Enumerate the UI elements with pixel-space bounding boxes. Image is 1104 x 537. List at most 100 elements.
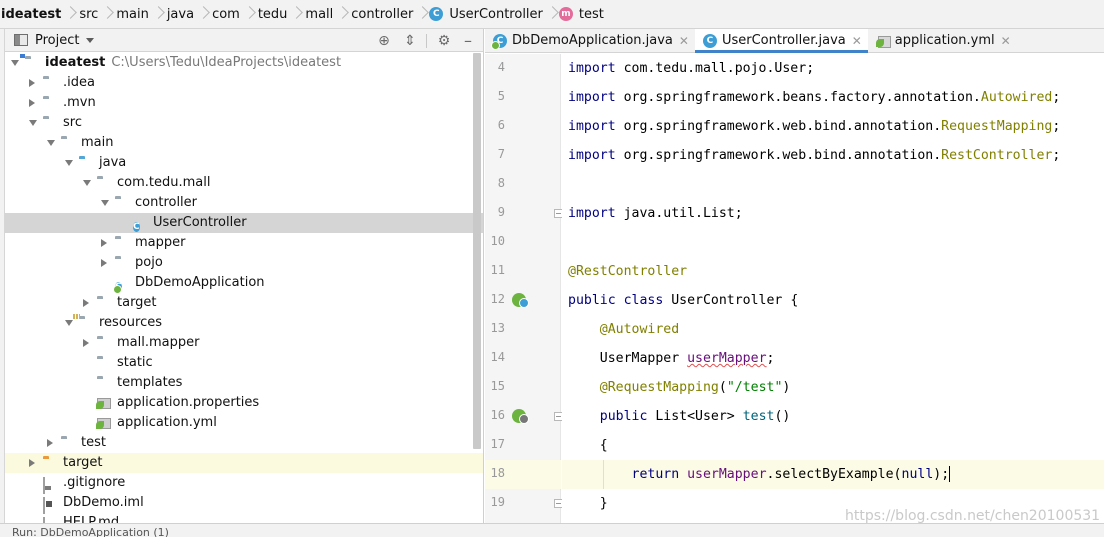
tree-item[interactable]: static (5, 353, 483, 373)
tree-item[interactable]: application.properties (5, 393, 483, 413)
tree-item-label: DbDemoApplication (135, 273, 265, 293)
breadcrumb-item[interactable]: tedu (256, 0, 304, 28)
close-icon[interactable]: ✕ (679, 34, 689, 48)
locate-crosshair-icon[interactable]: ⊕ (376, 33, 392, 49)
collapse-all-icon[interactable]: ⇕ (402, 33, 418, 49)
chevron-right-icon[interactable] (83, 299, 89, 307)
run-tool-bar[interactable]: Run: DbDemoApplication (1) (0, 523, 1104, 537)
chevron-right-icon[interactable] (101, 239, 107, 247)
tree-item[interactable]: mall.mapper (5, 333, 483, 353)
spring-class-icon: C (115, 276, 131, 292)
line-number: 6 (497, 118, 505, 132)
close-icon[interactable]: ✕ (852, 34, 862, 48)
scrollbar-thumb[interactable] (473, 53, 481, 449)
spring-bean-class-icon[interactable] (512, 293, 529, 308)
breadcrumb-item[interactable]: controller (349, 0, 429, 28)
breadcrumb-item[interactable]: src (77, 0, 114, 28)
gutter-line: 11 (485, 257, 561, 286)
breadcrumb-label: src (79, 6, 99, 22)
class-icon: C (133, 216, 149, 232)
tree-item[interactable]: target (5, 293, 483, 313)
tree-item[interactable]: C DbDemoApplication (5, 273, 483, 293)
tree-item[interactable]: mapper (5, 233, 483, 253)
chevron-down-icon[interactable] (101, 200, 109, 206)
editor-tab[interactable]: application.yml ✕ (868, 29, 1017, 52)
tree-item-label: resources (99, 313, 162, 333)
tree-item[interactable]: pojo (5, 253, 483, 273)
gutter-line: 6 (485, 112, 561, 141)
tree-item[interactable]: ideatest C:\Users\Tedu\IdeaProjects\ideat… (5, 53, 483, 73)
chevron-down-icon[interactable] (65, 160, 73, 166)
tree-item-label: com.tedu.mall (117, 173, 210, 193)
package-icon (115, 256, 131, 270)
chevron-right-icon[interactable] (83, 339, 89, 347)
chevron-right-icon[interactable] (29, 79, 35, 87)
breadcrumb-item[interactable]: m test (558, 7, 606, 22)
tree-item[interactable]: .idea (5, 73, 483, 93)
tree-item[interactable]: HELP.md (5, 513, 483, 523)
tree-item[interactable]: java (5, 153, 483, 173)
chevron-right-icon[interactable] (29, 459, 35, 467)
breadcrumb-item[interactable]: main (114, 0, 165, 28)
tree-scrollbar[interactable] (473, 53, 481, 453)
tree-item[interactable]: .gitignore (5, 473, 483, 494)
module-folder-icon (25, 56, 41, 70)
editor-tab[interactable]: C UserController.java ✕ (694, 29, 868, 53)
chevron-down-icon[interactable] (83, 180, 91, 186)
gutter-line: 12 (485, 286, 561, 315)
chevron-down-icon[interactable] (29, 120, 37, 126)
breadcrumb-label: controller (351, 6, 414, 22)
spring-class-icon: C (491, 33, 507, 50)
chevron-down-icon[interactable] (86, 37, 95, 43)
breadcrumb-item[interactable]: C UserController (429, 0, 559, 28)
line-number: 4 (497, 60, 505, 74)
line-number: 10 (490, 234, 505, 248)
tree-item[interactable]: .mvn (5, 93, 483, 113)
chevron-right-icon (63, 0, 77, 28)
tree-item[interactable]: C UserController (5, 213, 483, 233)
editor-gutter: 4 5 6 7 8 9 10 11 12 13 14 15 16 17 18 19 (485, 54, 563, 523)
breadcrumb-item[interactable]: ideatest (0, 0, 77, 28)
run-tool-label[interactable]: Run: DbDemoApplication (1) (12, 526, 169, 537)
chevron-down-icon[interactable] (65, 320, 73, 326)
line-number: 19 (490, 495, 505, 509)
folder-icon (97, 296, 113, 310)
spring-config-icon (875, 35, 891, 48)
tree-item[interactable]: com.tedu.mall (5, 173, 483, 193)
folder-icon (61, 136, 77, 150)
chevron-down-icon[interactable] (47, 140, 55, 146)
gear-icon[interactable]: ⚙ (436, 33, 452, 49)
chevron-right-icon[interactable] (101, 259, 107, 267)
tree-item[interactable]: main (5, 133, 483, 153)
chevron-right-icon[interactable] (47, 439, 53, 447)
editor-tab-label: UserController.java (721, 33, 846, 48)
code-line: @Autowired (599, 322, 680, 337)
chevron-right-icon (415, 0, 429, 28)
code-editor[interactable]: import com.tedu.mall.pojo.User; import o… (562, 54, 1104, 523)
tree-item[interactable]: application.yml (5, 413, 483, 433)
tree-item[interactable]: src (5, 113, 483, 133)
spring-request-mapping-icon[interactable] (512, 409, 529, 424)
chevron-right-icon (151, 0, 165, 28)
tree-item[interactable]: DbDemo.iml (5, 493, 483, 514)
tree-item-label: target (63, 453, 103, 473)
folder-icon (97, 336, 113, 350)
breadcrumb-item[interactable]: mall (303, 0, 349, 28)
breadcrumb-item[interactable]: com (210, 0, 256, 28)
tree-item[interactable]: target (5, 453, 483, 473)
editor-tab[interactable]: C DbDemoApplication.java ✕ (485, 29, 695, 52)
close-icon[interactable]: ✕ (1001, 34, 1011, 48)
gutter-line: 7 (485, 141, 561, 170)
tree-item[interactable]: test (5, 433, 483, 453)
project-view-selector[interactable]: Project (35, 33, 79, 48)
breadcrumb-item[interactable]: java (165, 0, 210, 28)
tree-item[interactable]: resources (5, 313, 483, 333)
tree-item[interactable]: templates (5, 373, 483, 393)
tree-item-label: controller (135, 193, 197, 213)
chevron-right-icon (335, 0, 349, 28)
chevron-right-icon[interactable] (29, 99, 35, 107)
tree-item[interactable]: controller (5, 193, 483, 213)
tree-item-name: templates (117, 375, 183, 390)
chevron-down-icon[interactable] (11, 60, 19, 66)
hide-panel-icon[interactable]: – (460, 33, 476, 49)
